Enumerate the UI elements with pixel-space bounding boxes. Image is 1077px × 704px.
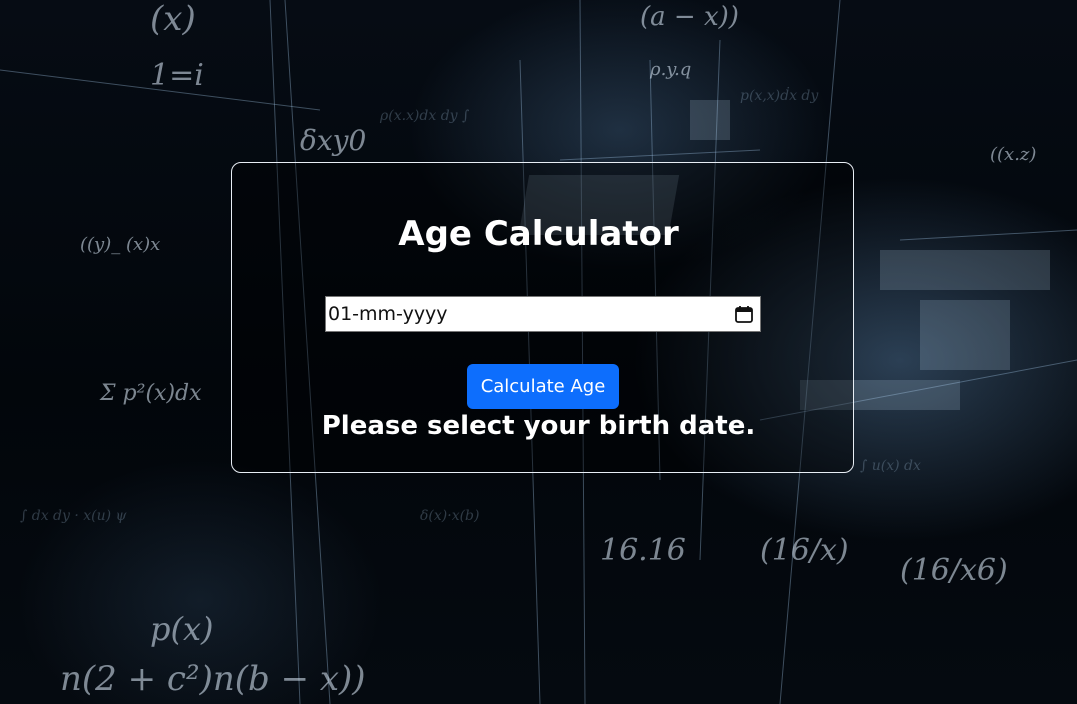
svg-text:16.16: 16.16 <box>600 533 686 568</box>
svg-text:((x.z): ((x.z) <box>990 144 1036 165</box>
svg-text:∫ dx dy · x(u) ψ: ∫ dx dy · x(u) ψ <box>20 508 128 524</box>
birth-date-input[interactable]: 01-mm-yyyy <box>325 296 761 332</box>
svg-text:(a − x)): (a − x)) <box>640 2 739 32</box>
svg-text:(x): (x) <box>150 0 196 39</box>
svg-text:p(x): p(x) <box>150 610 214 648</box>
svg-text:ρ(x.x)dx dy ∫: ρ(x.x)dx dy ∫ <box>379 108 469 124</box>
svg-text:p(x,x)ḋx dy: p(x,x)ḋx dy <box>740 86 819 104</box>
svg-text:δ(x)·x(b): δ(x)·x(b) <box>420 508 479 524</box>
result-message: Please select your birth date. <box>321 411 756 441</box>
svg-text:ρ.y.q: ρ.y.q <box>649 59 691 80</box>
svg-text:n(2 + c²)n(b − x)): n(2 + c²)n(b − x)) <box>60 659 366 699</box>
birth-date-value[interactable]: 01-mm-yyyy <box>328 303 448 325</box>
page-title: Age Calculator <box>398 214 679 254</box>
svg-text:∫ u(x) dx: ∫ u(x) dx <box>860 458 921 474</box>
svg-text:(16/x6): (16/x6) <box>900 553 1008 588</box>
svg-text:Σ p²(x)dx: Σ p²(x)dx <box>99 381 202 406</box>
svg-text:1=i: 1=i <box>150 58 204 93</box>
svg-text:(16/x): (16/x) <box>760 533 849 568</box>
calculate-age-button[interactable]: Calculate Age <box>467 364 619 409</box>
svg-text:δxy0: δxy0 <box>300 124 366 157</box>
calendar-icon[interactable] <box>734 304 754 324</box>
